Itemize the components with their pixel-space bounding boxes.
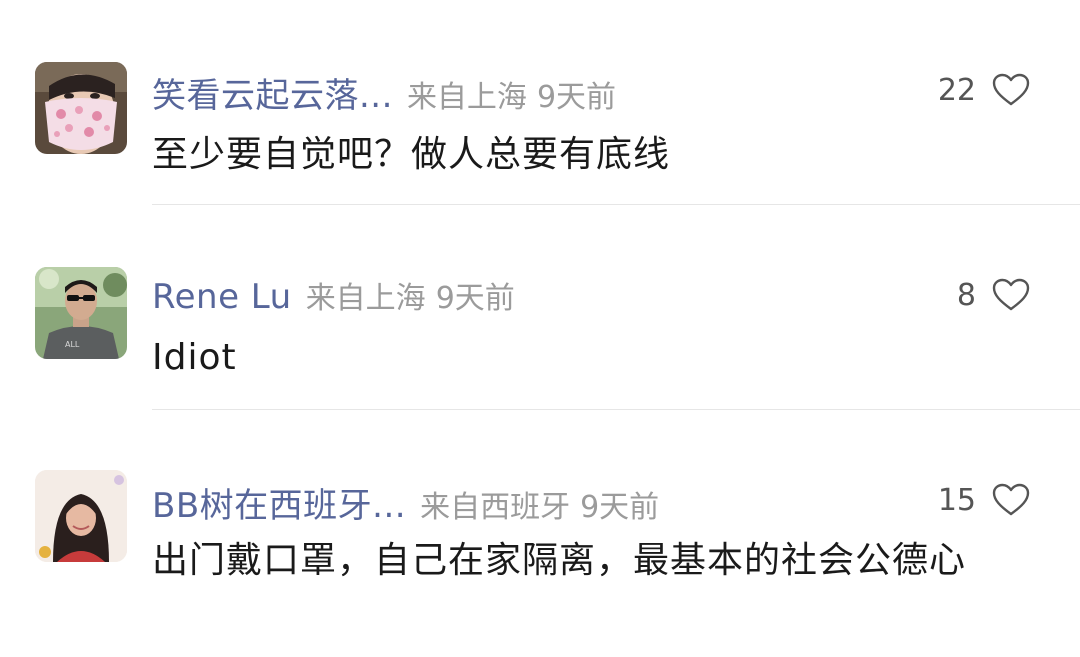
- heart-icon[interactable]: [992, 73, 1030, 107]
- comment-header: BB树在西班牙... 来自西班牙 9天前: [152, 478, 659, 526]
- like-button[interactable]: 22: [938, 70, 1030, 110]
- avatar[interactable]: [35, 470, 127, 562]
- username[interactable]: 笑看云起云落...: [152, 68, 393, 117]
- avatar[interactable]: ALL: [35, 267, 127, 359]
- comment-header: 笑看云起云落... 来自上海 9天前: [152, 68, 616, 116]
- comment-header: Rene Lu 来自上海 9天前: [152, 273, 515, 317]
- comment-item: ALL Rene Lu 来自上海 9天前 8 Idiot: [0, 205, 1080, 410]
- username[interactable]: BB树在西班牙...: [152, 478, 406, 527]
- like-count: 15: [937, 482, 976, 518]
- heart-icon[interactable]: [992, 483, 1030, 517]
- comment-item: 笑看云起云落... 来自上海 9天前 22 至少要自觉吧？做人总要有底线: [0, 0, 1080, 205]
- comment-text: 至少要自觉吧？做人总要有底线: [152, 134, 671, 175]
- avatar-masked-woman-icon: [35, 62, 127, 154]
- location: 来自西班牙: [420, 490, 571, 525]
- avatar[interactable]: [35, 62, 127, 154]
- comment-item: BB树在西班牙... 来自西班牙 9天前 15 出门戴口罩，自己在家隔离，最基本的…: [0, 410, 1080, 657]
- timestamp: 9天前: [435, 281, 515, 316]
- like-button[interactable]: 8: [957, 275, 1030, 315]
- svg-text:ALL: ALL: [65, 340, 80, 349]
- location: 来自上海: [406, 80, 527, 115]
- timestamp: 9天前: [536, 80, 617, 115]
- like-button[interactable]: 15: [938, 480, 1030, 520]
- comment-meta: 来自上海 9天前: [407, 72, 616, 116]
- comment-meta: 来自西班牙 9天前: [420, 482, 659, 526]
- comment-meta: 来自上海 9天前: [306, 273, 515, 317]
- like-count: 22: [937, 72, 976, 108]
- avatar-man-sunglasses-icon: ALL: [35, 267, 127, 359]
- comment-list: 笑看云起云落... 来自上海 9天前 22 至少要自觉吧？做人总要有底线 ALL: [0, 0, 1080, 657]
- like-count: 8: [956, 277, 976, 313]
- heart-icon[interactable]: [992, 278, 1030, 312]
- comment-text: Idiot: [152, 337, 237, 378]
- avatar-woman-smiling-icon: [35, 470, 127, 562]
- username[interactable]: Rene Lu: [152, 277, 292, 317]
- location: 来自上海: [305, 281, 426, 316]
- timestamp: 9天前: [580, 490, 660, 525]
- comment-text: 出门戴口罩，自己在家隔离，最基本的社会公德心: [152, 540, 967, 581]
